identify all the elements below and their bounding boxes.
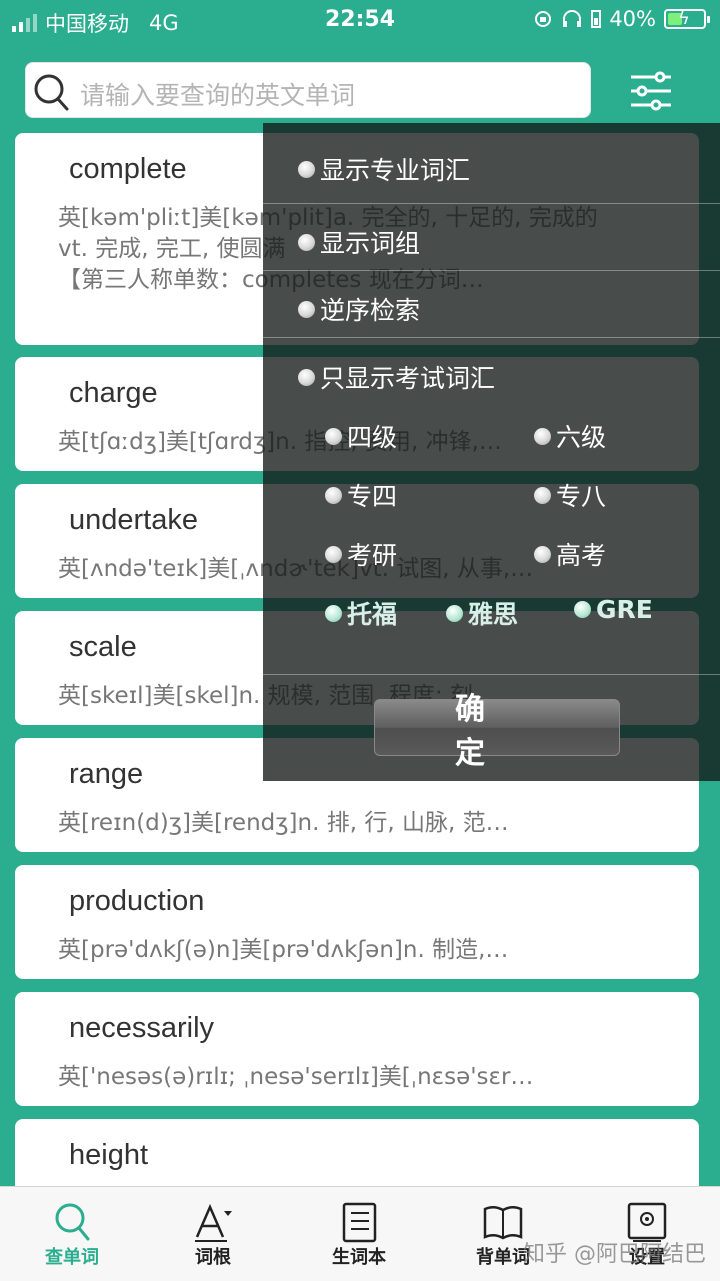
- exam-label: 四级: [347, 423, 398, 452]
- divider: [263, 337, 720, 338]
- option-show-phrases[interactable]: 显示词组: [298, 224, 420, 260]
- divider: [263, 270, 720, 271]
- nav-notebook[interactable]: 生词本: [304, 1187, 414, 1281]
- nav-roots[interactable]: 词根: [158, 1187, 268, 1281]
- word-card[interactable]: production 英[prə'dʌkʃ(ə)n]美[prə'dʌkʃən]n…: [15, 865, 699, 979]
- radio-icon: [325, 427, 342, 445]
- exam-label: 雅思: [468, 600, 519, 629]
- word-title: complete: [69, 153, 187, 185]
- exam-label: 专八: [556, 482, 607, 511]
- search-input[interactable]: 请输入要查询的英文单词: [25, 62, 591, 118]
- exam-label: 专四: [347, 482, 398, 511]
- radio-icon: [298, 300, 315, 318]
- word-title: production: [69, 885, 205, 917]
- nav-label: 查单词: [45, 1247, 99, 1268]
- radio-icon: [534, 427, 551, 445]
- confirm-button[interactable]: 确定: [374, 692, 620, 771]
- option-label: 逆序检索: [320, 296, 421, 325]
- exam-label: 考研: [347, 541, 398, 570]
- option-label: 显示专业词汇: [320, 156, 471, 185]
- filter-panel: 显示专业词汇 显示词组 逆序检索 只显示考试词汇 四级 六级 专四 专八 考研 …: [263, 123, 720, 781]
- watermark: 知乎 @阿巴阿结巴: [523, 1242, 706, 1267]
- battery-percent: 40%: [609, 7, 656, 31]
- radio-icon: [325, 545, 342, 563]
- exam-gaokao[interactable]: 高考: [534, 536, 606, 572]
- book-open-icon: [483, 1206, 523, 1240]
- option-exam-only[interactable]: 只显示考试词汇: [298, 359, 495, 395]
- battery-small-icon: [591, 10, 602, 28]
- word-title: charge: [69, 377, 158, 409]
- radio-icon: [325, 604, 342, 622]
- word-title: scale: [69, 631, 137, 663]
- exam-tem4[interactable]: 专四: [325, 477, 397, 513]
- exam-label: 托福: [347, 600, 398, 629]
- radio-icon: [534, 486, 551, 504]
- word-definition: 英['nesəs(ə)rɪlɪ; ˌnesə'serɪlɪ]美[ˌnɛsə'sɛ…: [58, 1064, 534, 1090]
- option-reverse-search[interactable]: 逆序检索: [298, 291, 420, 327]
- nav-label: 生词本: [332, 1247, 386, 1268]
- letter-a-icon: [195, 1203, 232, 1242]
- exam-label: 六级: [556, 423, 607, 452]
- radio-icon: [298, 368, 315, 386]
- option-label: 只显示考试词汇: [320, 364, 496, 393]
- radio-icon: [298, 233, 315, 251]
- word-definition: 英[prə'dʌkʃ(ə)n]美[prə'dʌkʃən]n. 制造,…: [58, 937, 509, 963]
- search-icon: [55, 1203, 90, 1241]
- search-placeholder: 请输入要查询的英文单词: [80, 81, 356, 110]
- rotation-lock-icon: [535, 11, 552, 27]
- exam-cet4[interactable]: 四级: [325, 418, 397, 454]
- radio-icon: [574, 601, 591, 618]
- divider: [263, 203, 720, 204]
- exam-toefl[interactable]: 托福: [325, 595, 397, 631]
- word-title: necessarily: [69, 1012, 215, 1044]
- word-title: undertake: [69, 504, 198, 536]
- exam-label: GRE: [596, 595, 653, 624]
- exam-kaoyan[interactable]: 考研: [325, 536, 397, 572]
- radio-icon: [325, 486, 342, 504]
- word-card[interactable]: necessarily 英['nesəs(ə)rɪlɪ; ˌnesə'serɪl…: [15, 992, 699, 1106]
- divider: [263, 674, 720, 675]
- radio-icon: [298, 160, 315, 178]
- exam-cet6[interactable]: 六级: [534, 418, 606, 454]
- status-bar: 中国移动 4G 22:54 40% ϟ: [0, 0, 720, 40]
- option-label: 显示词组: [320, 229, 421, 258]
- nav-label: 词根: [195, 1247, 231, 1268]
- nav-search[interactable]: 查单词: [17, 1187, 127, 1281]
- search-icon: [34, 74, 69, 111]
- word-definition: 英[reɪn(d)ʒ]美[rendʒ]n. 排, 行, 山脉, 范…: [58, 810, 509, 836]
- exam-gre[interactable]: GRE: [574, 595, 653, 624]
- option-professional-vocab[interactable]: 显示专业词汇: [298, 151, 470, 187]
- exam-ielts[interactable]: 雅思: [446, 595, 518, 631]
- radio-icon: [446, 604, 463, 622]
- word-title: height: [69, 1139, 149, 1171]
- sliders-icon[interactable]: [628, 68, 674, 114]
- notebook-icon: [342, 1202, 377, 1243]
- radio-icon: [534, 545, 551, 563]
- headphones-icon: [563, 10, 582, 27]
- exam-label: 高考: [556, 541, 607, 570]
- battery-icon: ϟ: [664, 8, 710, 29]
- word-title: range: [69, 758, 144, 790]
- exam-tem8[interactable]: 专八: [534, 477, 606, 513]
